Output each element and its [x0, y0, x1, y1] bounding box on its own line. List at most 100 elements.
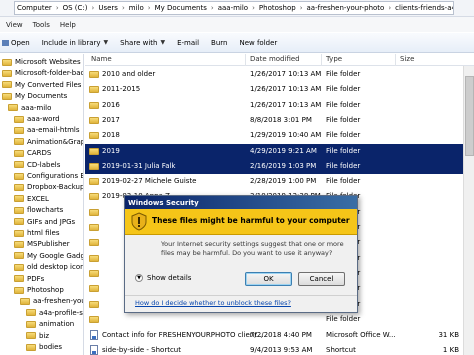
nav-item[interactable]: aaa-milo: [0, 102, 83, 114]
breadcrumb-item[interactable]: milo: [129, 4, 144, 12]
command-bar: Open Include in library ▼ Share with ▼ E…: [0, 33, 474, 53]
nav-item[interactable]: Animation&Graphic: [0, 136, 83, 148]
column-divider[interactable]: [245, 54, 246, 66]
email-label: E-mail: [177, 38, 200, 47]
nav-item[interactable]: aa-email-htmls: [0, 124, 83, 136]
file-row[interactable]: 2016 1/26/2017 10:13 AM File folder: [85, 98, 474, 113]
file-row[interactable]: 2010 and older 1/26/2017 10:13 AM File fol…: [85, 67, 474, 82]
folder-icon: [89, 132, 99, 140]
nav-item[interactable]: animation: [0, 318, 83, 330]
column-header-size[interactable]: Size: [400, 55, 414, 63]
file-row[interactable]: Contact info for FRESHENYOURPHOTO client…: [85, 328, 474, 343]
file-row[interactable]: 2018 1/29/2019 10:40 AM File folder: [85, 128, 474, 143]
file-row[interactable]: 2019-01-31 Julia Falk 2/16/2019 1:03 PM Fi…: [85, 158, 474, 174]
nav-item-label: My Converted Files: [15, 80, 82, 89]
breadcrumb-item[interactable]: clients-friends-a4a: [395, 4, 453, 12]
file-name: Contact info for FRESHENYOURPHOTO client…: [102, 331, 264, 340]
breadcrumb-separator-icon[interactable]: ›: [252, 4, 255, 12]
breadcrumb-separator-icon[interactable]: ›: [92, 4, 95, 12]
column-header-type[interactable]: Type: [326, 55, 342, 63]
nav-item[interactable]: a4a-profile-sho: [0, 307, 83, 319]
breadcrumb-separator-icon[interactable]: ›: [300, 4, 303, 12]
nav-item-label: bodies: [39, 343, 63, 351]
nav-item[interactable]: My Converted Files: [0, 79, 83, 91]
nav-item[interactable]: EXCEL: [0, 193, 83, 205]
nav-item[interactable]: flowcharts: [0, 204, 83, 216]
file-row[interactable]: 2019-02-27 Michele Guiste 2/28/2019 1:00 …: [85, 174, 474, 189]
folder-icon: [14, 206, 24, 214]
breadcrumb-item[interactable]: My Documents: [155, 4, 207, 12]
file-row[interactable]: 2017 8/8/2018 3:01 PM File folder: [85, 113, 474, 128]
breadcrumb-separator-icon[interactable]: ›: [122, 4, 125, 12]
share-with-label: Share with: [120, 38, 158, 47]
breadcrumb[interactable]: Computer › OS (C:) › Users › milo › My Documents…: [14, 1, 454, 15]
nav-item[interactable]: CD-labels: [0, 159, 83, 171]
breadcrumb-item[interactable]: aa-freshen-your-photo: [307, 4, 385, 12]
new-folder-button[interactable]: New folder: [239, 39, 277, 47]
file-date-modified: 9/4/2013 9:53 AM: [250, 346, 313, 355]
nav-item[interactable]: aaa-word: [0, 113, 83, 125]
open-button[interactable]: Open: [2, 39, 30, 47]
nav-item[interactable]: My Documents: [0, 90, 83, 102]
folder-icon: [2, 69, 12, 77]
menu-view[interactable]: View: [6, 21, 23, 29]
nav-item[interactable]: My Google Gadgets: [0, 250, 83, 262]
nav-item[interactable]: MSPublisher: [0, 238, 83, 250]
dialog-title-bar[interactable]: Windows Security: [125, 196, 357, 209]
column-header-name[interactable]: Name: [91, 55, 112, 63]
help-link[interactable]: How do I decide whether to unblock these…: [135, 299, 291, 307]
nav-item[interactable]: html files: [0, 227, 83, 239]
file-type: Microsoft Office W...: [326, 331, 396, 340]
folder-icon: [14, 126, 24, 134]
nav-item[interactable]: Microsoft Websites: [0, 56, 83, 68]
nav-item[interactable]: Dropbox-Backup-Te: [0, 181, 83, 193]
nav-item[interactable]: old desktop icons: [0, 261, 83, 273]
nav-item[interactable]: CARDS: [0, 147, 83, 159]
breadcrumb-separator-icon[interactable]: ›: [211, 4, 214, 12]
nav-item[interactable]: biz: [0, 330, 83, 342]
breadcrumb-item[interactable]: Computer: [17, 4, 52, 12]
nav-item[interactable]: PDFs: [0, 273, 83, 285]
folder-icon: [89, 285, 99, 293]
breadcrumb-separator-icon[interactable]: ›: [56, 4, 59, 12]
column-divider[interactable]: [395, 54, 396, 66]
nav-item[interactable]: GIFs and JPGs: [0, 216, 83, 228]
vertical-scrollbar[interactable]: [463, 66, 474, 355]
file-size: 31 KB: [438, 331, 459, 340]
nav-item-label: CARDS: [27, 149, 52, 158]
folder-icon: [89, 178, 99, 186]
share-with-button[interactable]: Share with ▼: [120, 39, 165, 47]
file-row[interactable]: 2011-2015 1/26/2017 10:13 AM File folder: [85, 82, 474, 97]
nav-item[interactable]: Photoshop: [0, 284, 83, 296]
nav-item-label: PDFs: [27, 274, 45, 283]
breadcrumb-separator-icon[interactable]: ›: [388, 4, 391, 12]
nav-item[interactable]: aa-freshen-your: [0, 295, 83, 307]
folder-icon: [89, 147, 99, 155]
file-row[interactable]: side-by-side - Shortcut 9/4/2013 9:53 AM S…: [85, 343, 474, 355]
column-divider[interactable]: [321, 54, 322, 66]
breadcrumb-item[interactable]: OS (C:): [63, 4, 88, 12]
email-button[interactable]: E-mail: [177, 39, 199, 47]
breadcrumb-item[interactable]: Photoshop: [259, 4, 296, 12]
nav-item[interactable]: Microsoft-folder-backup: [0, 67, 83, 79]
burn-button[interactable]: Burn: [211, 39, 227, 47]
breadcrumb-item[interactable]: aaa-milo: [218, 4, 248, 12]
scrollbar-thumb[interactable]: [465, 76, 474, 156]
breadcrumb-item[interactable]: Users: [98, 4, 118, 12]
show-details-toggle[interactable]: ▼ Show details: [135, 274, 191, 282]
nav-item[interactable]: Configurations Back: [0, 170, 83, 182]
open-label: Open: [11, 38, 30, 47]
column-header-date-modified[interactable]: Date modified: [250, 55, 300, 63]
ok-button[interactable]: OK: [245, 272, 292, 286]
file-row[interactable]: File folder: [85, 312, 474, 327]
folder-icon: [26, 309, 36, 317]
menu-tools[interactable]: Tools: [33, 21, 50, 29]
folder-icon: [14, 138, 24, 146]
cancel-button[interactable]: Cancel: [298, 272, 345, 286]
file-row[interactable]: 2019 4/29/2019 9:21 AM File folder: [85, 143, 474, 159]
nav-item[interactable]: bodies: [0, 341, 83, 353]
include-in-library-button[interactable]: Include in library ▼: [42, 39, 108, 47]
menu-help[interactable]: Help: [60, 21, 76, 29]
file-type: File folder: [326, 131, 361, 140]
breadcrumb-separator-icon[interactable]: ›: [148, 4, 151, 12]
